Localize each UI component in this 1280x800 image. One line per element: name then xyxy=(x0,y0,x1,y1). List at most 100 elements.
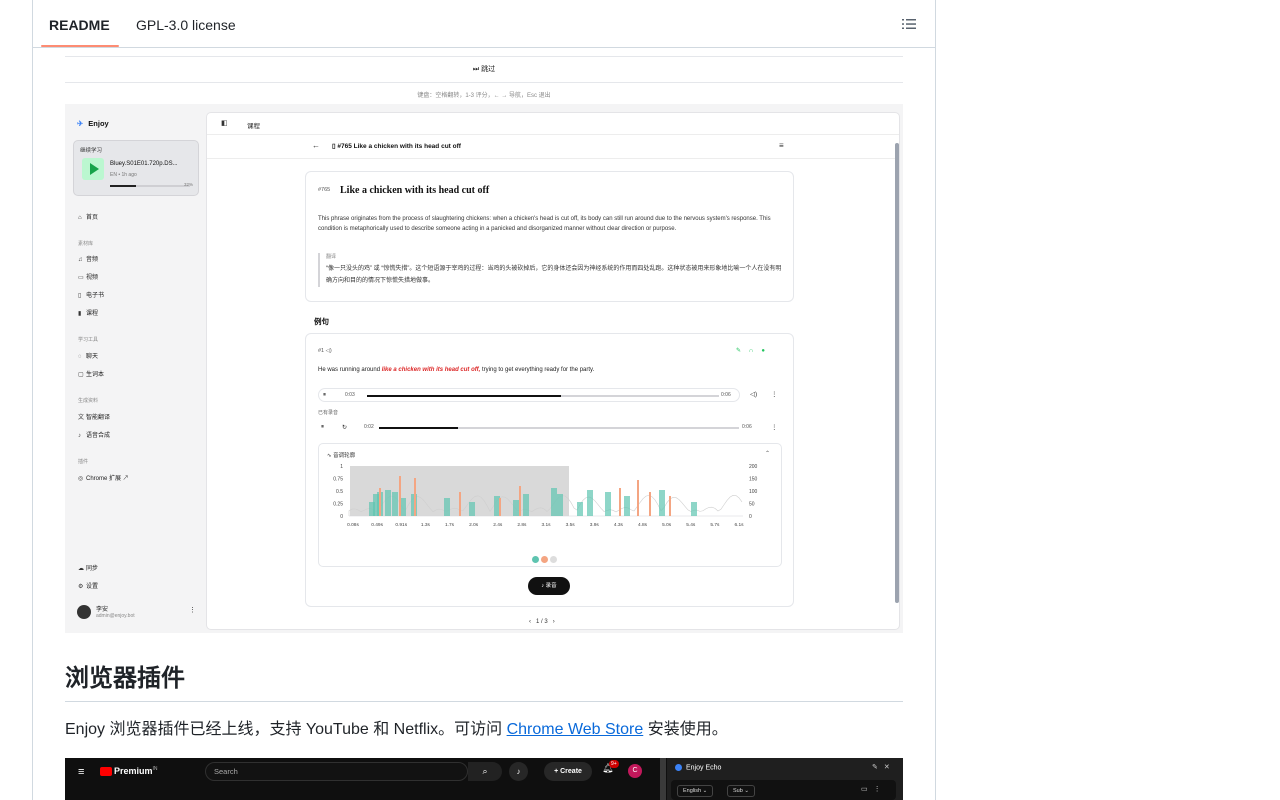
page-indicator: 1 / 3 xyxy=(536,619,548,625)
create-button[interactable]: + Create xyxy=(544,762,592,781)
sidebar-toggle-icon[interactable]: ◧ xyxy=(221,119,228,127)
pitch-bar-teal xyxy=(513,500,519,516)
user-profile[interactable]: 李安 admin@enjoy.bot ⋮ xyxy=(77,603,197,623)
book-icon: ▮ xyxy=(78,311,82,317)
y-axis-left-tick: 1 xyxy=(340,464,343,470)
youtube-play-icon xyxy=(100,767,112,777)
subtitle-select[interactable]: Sub ⌄ xyxy=(727,785,755,797)
pitch-bar-teal xyxy=(385,490,391,516)
scrollbar[interactable] xyxy=(660,758,666,800)
definition-title: Like a chicken with its head cut off xyxy=(340,185,490,196)
speaker-icon[interactable]: ◁) xyxy=(324,348,332,354)
tab-readme[interactable]: README xyxy=(49,16,110,34)
enjoy-app-screenshot: ⏭ 跳过 键盘：空格翻转，1-3 评分，← → 导航，Esc 退出 ✈ Enjoy… xyxy=(65,48,903,633)
gear-icon: ⚙ xyxy=(78,584,84,590)
y-axis-left-tick: 0 xyxy=(340,514,343,520)
echo-title: Enjoy Echo xyxy=(675,764,721,771)
x-axis-tick: 2.0s xyxy=(469,522,479,528)
mic-icon[interactable]: ● xyxy=(761,348,773,354)
x-axis-tick: 3.9s xyxy=(590,522,600,528)
x-axis-tick: 1.3s xyxy=(421,522,431,528)
sidebar-item-chat[interactable]: ◌ 聊天 xyxy=(78,351,98,360)
pagination: ‹ 1 / 3 › xyxy=(529,619,555,625)
translation-block: 翻译 “像一只没头的鸡” 或 “惊慌失措”。这个短语源于宰鸡的过程：当鸡的头被砍… xyxy=(318,253,784,287)
sidebar-item-settings[interactable]: ⚙ 设置 xyxy=(78,581,98,590)
y-axis-right-tick: 200 xyxy=(749,464,758,470)
sidebar-item-video[interactable]: ▭ 视频 xyxy=(78,272,98,281)
more-icon[interactable]: ⋮ xyxy=(771,423,778,431)
play-thumbnail-icon[interactable] xyxy=(82,158,104,180)
sidebar-item-translate[interactable]: 文智能翻译 xyxy=(78,412,110,421)
continue-learning-card[interactable]: 继续学习 Bluey.S01E01.720p.DS... EN • 1h ago… xyxy=(73,140,199,196)
skip-button[interactable]: ⏭ 跳过 xyxy=(65,64,903,74)
legend-dot-teal xyxy=(532,556,539,563)
skip-label: 跳过 xyxy=(481,66,496,73)
sidebar-item-ebook[interactable]: ▯ 电子书 xyxy=(78,290,104,299)
legend-dot-orange xyxy=(541,556,548,563)
caption-icon[interactable]: ▭ xyxy=(861,786,874,793)
table-of-contents-icon[interactable] xyxy=(901,16,917,32)
back-arrow-icon[interactable]: ← xyxy=(312,141,320,150)
more-icon[interactable]: ⋮ xyxy=(771,390,778,398)
audio-track[interactable] xyxy=(379,427,739,429)
more-icon[interactable]: ⋮ xyxy=(189,606,196,614)
pin-icon[interactable]: ✎ xyxy=(872,764,884,771)
scrollbar[interactable] xyxy=(895,143,899,603)
youtube-logo[interactable]: PremiumIN xyxy=(100,766,158,777)
app-main-panel: ◧ 课程 ← ▯ #765 Like a chicken with its he… xyxy=(206,112,900,630)
translate-icon: 文 xyxy=(78,415,85,421)
audio-progress-fill xyxy=(379,427,459,429)
tab-license[interactable]: GPL-3.0 license xyxy=(136,16,236,34)
mic-icon[interactable]: ♪ xyxy=(509,762,528,781)
replay-icon[interactable]: ↻ xyxy=(342,424,347,431)
pause-icon[interactable]: ⏸ xyxy=(321,424,324,431)
search-input[interactable]: Search xyxy=(205,762,468,781)
pitch-bar-teal xyxy=(551,488,557,516)
prev-page-icon[interactable]: ‹ xyxy=(529,619,533,625)
section-paragraph: Enjoy 浏览器插件已经上线，支持 YouTube 和 Netflix。可访问… xyxy=(65,721,728,738)
y-axis-right-tick: 100 xyxy=(749,489,758,495)
audio-player-recording: ⏸ ↻ 0:02 0:06 ⋮ xyxy=(318,421,783,435)
logo-icon: ✈ xyxy=(77,119,84,128)
menu-icon[interactable]: ≡ xyxy=(779,141,784,150)
pitch-chart: 1 0.75 0.5 0.25 0 200 150 100 50 0 0.08s 0.49s 0.91s… xyxy=(333,464,758,528)
sidebar-item-course[interactable]: ▮ 课程 xyxy=(78,308,98,317)
headphones-icon[interactable]: ∩ xyxy=(749,348,761,354)
hamburger-icon[interactable]: ≡ xyxy=(78,766,84,778)
translate-icon[interactable]: ✎ xyxy=(736,348,749,354)
more-icon[interactable]: ⋮ xyxy=(874,786,887,793)
chevron-up-icon[interactable]: ⌃ xyxy=(765,450,770,457)
language-select[interactable]: English ⌄ xyxy=(677,785,714,797)
sidebar-item-home[interactable]: ⌂ 首页 xyxy=(78,212,98,221)
echo-toolbar: English ⌄ Sub ⌄ ▭⋮ xyxy=(671,780,896,800)
volume-icon[interactable]: ◁) xyxy=(750,390,757,398)
notebook-icon: ▢ xyxy=(78,372,84,378)
enjoy-echo-panel: Enjoy Echo ✎✕ English ⌄ Sub ⌄ ▭⋮ xyxy=(667,758,903,800)
readme-container: README GPL-3.0 license ⏭ 跳过 键盘：空格翻转，1-3 … xyxy=(32,0,936,800)
pitch-bar-orange xyxy=(649,492,651,516)
echo-controls: ✎✕ xyxy=(872,763,896,771)
sidebar-item-chrome-ext[interactable]: ◎ Chrome 扩展 ↗ xyxy=(78,473,129,482)
x-axis-tick: 3.5s xyxy=(566,522,576,528)
audio-track[interactable] xyxy=(367,395,719,397)
x-axis-tick: 1.7s xyxy=(445,522,455,528)
tablet-icon: ▯ xyxy=(78,293,82,299)
x-axis-tick: 5.4s xyxy=(686,522,696,528)
next-page-icon[interactable]: › xyxy=(551,619,555,625)
sidebar-group-plugins: 插件 xyxy=(78,459,89,465)
close-icon[interactable]: ✕ xyxy=(884,764,896,771)
sidebar-item-audio[interactable]: ♫ 音频 xyxy=(78,254,98,263)
record-button[interactable]: ♪ 录音 xyxy=(528,577,570,595)
search-icon[interactable]: ⌕ xyxy=(468,762,502,781)
pitch-contour-title: ∿ 音调轮廓 xyxy=(327,453,356,459)
sidebar-item-vocab[interactable]: ▢ 生词本 xyxy=(78,369,104,378)
pause-icon[interactable]: ⏸ xyxy=(323,392,326,399)
sidebar-item-sync[interactable]: ☁ 同步 xyxy=(78,563,98,572)
avatar[interactable]: C xyxy=(628,764,642,778)
definition-number: #765 xyxy=(318,187,331,193)
audio-bar: ⏸ 0:03 0:06 xyxy=(318,388,740,402)
youtube-screenshot: ≡ PremiumIN Search ⌕ ♪ + Create 🔔︎ 9+ C … xyxy=(65,758,903,800)
chrome-web-store-link[interactable]: Chrome Web Store xyxy=(507,721,644,738)
sidebar-item-tts[interactable]: ♪ 语音合成 xyxy=(78,430,110,439)
pitch-bar-teal xyxy=(392,492,398,516)
